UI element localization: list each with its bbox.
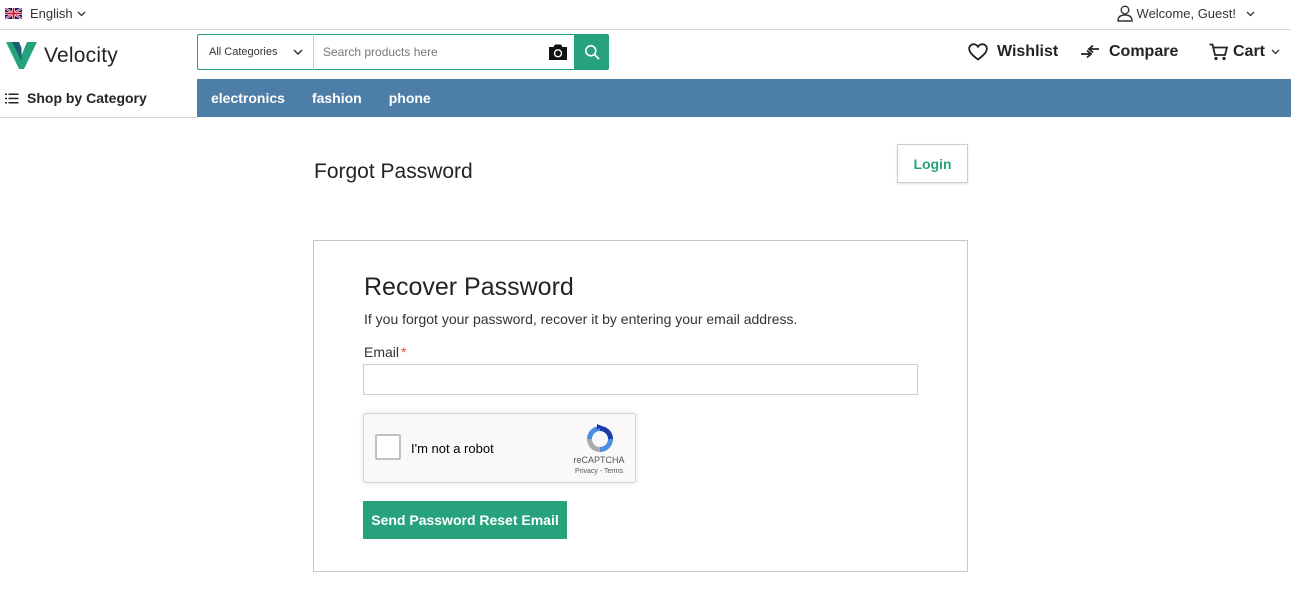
nav-links: electronics fashion phone	[197, 79, 1291, 117]
email-label: Email *	[364, 344, 406, 360]
brand-name: Velocity	[44, 43, 118, 67]
recaptcha-checkbox[interactable]	[375, 434, 401, 460]
list-menu-icon	[5, 93, 19, 103]
compare-label: Compare	[1109, 43, 1179, 60]
email-field[interactable]	[363, 364, 918, 395]
page-title: Forgot Password	[314, 160, 473, 183]
language-selector[interactable]: English	[5, 6, 86, 21]
category-nav: Shop by Category electronics fashion pho…	[0, 79, 1291, 118]
chevron-down-icon	[1271, 49, 1280, 55]
shop-by-category-label: Shop by Category	[27, 90, 147, 106]
login-button[interactable]: Login	[897, 144, 968, 183]
recaptcha-logo-icon	[587, 424, 613, 452]
chevron-down-icon	[293, 48, 303, 55]
wishlist-link[interactable]: Wishlist	[968, 43, 1058, 61]
search-input[interactable]	[314, 34, 574, 70]
recaptcha-links: Privacy - Terms	[561, 468, 637, 475]
welcome-label: Welcome, Guest!	[1136, 6, 1236, 21]
chevron-down-icon	[77, 11, 86, 16]
category-select[interactable]: All Categories	[197, 34, 314, 70]
shop-by-category-button[interactable]: Shop by Category	[0, 79, 197, 118]
nav-link-fashion[interactable]: fashion	[312, 90, 362, 106]
camera-icon[interactable]	[547, 42, 569, 62]
email-label-text: Email	[364, 344, 400, 360]
brand-logo[interactable]: Velocity	[6, 41, 118, 70]
compare-link[interactable]: Compare	[1080, 43, 1178, 61]
chevron-down-icon	[1246, 11, 1255, 16]
top-bar: English Welcome, Guest!	[0, 0, 1291, 30]
cart-icon	[1209, 43, 1228, 61]
heart-icon	[968, 43, 988, 61]
cart-link[interactable]: Cart	[1209, 43, 1280, 61]
wishlist-label: Wishlist	[997, 43, 1059, 60]
search-button[interactable]	[574, 34, 609, 70]
recaptcha-privacy-link[interactable]: Privacy	[575, 468, 598, 475]
language-label: English	[30, 6, 73, 21]
compare-icon	[1081, 44, 1099, 59]
header: Velocity All Categories Wishlist Compare…	[0, 30, 1291, 79]
user-icon	[1116, 5, 1133, 22]
nav-link-electronics[interactable]: electronics	[211, 90, 285, 106]
card-description: If you forgot your password, recover it …	[364, 311, 798, 327]
account-menu[interactable]: Welcome, Guest!	[1116, 5, 1255, 22]
search-icon	[584, 45, 599, 60]
cart-label: Cart	[1233, 43, 1266, 60]
nav-link-phone[interactable]: phone	[389, 90, 431, 106]
recaptcha-widget: I'm not a robot reCAPTCHA Privacy - Term…	[363, 413, 636, 483]
recaptcha-terms-link[interactable]: Terms	[604, 468, 623, 475]
card-title: Recover Password	[364, 273, 574, 301]
required-asterisk: *	[401, 344, 407, 360]
recaptcha-label: I'm not a robot	[411, 441, 494, 456]
uk-flag-icon	[5, 8, 22, 19]
velocity-logo-icon	[6, 42, 37, 69]
search-bar: All Categories	[197, 34, 609, 70]
category-select-value: All Categories	[209, 46, 278, 58]
recover-password-card: Recover Password If you forgot your pass…	[313, 240, 968, 572]
recaptcha-brand: reCAPTCHA	[573, 455, 625, 465]
send-reset-email-button[interactable]: Send Password Reset Email	[363, 501, 567, 539]
